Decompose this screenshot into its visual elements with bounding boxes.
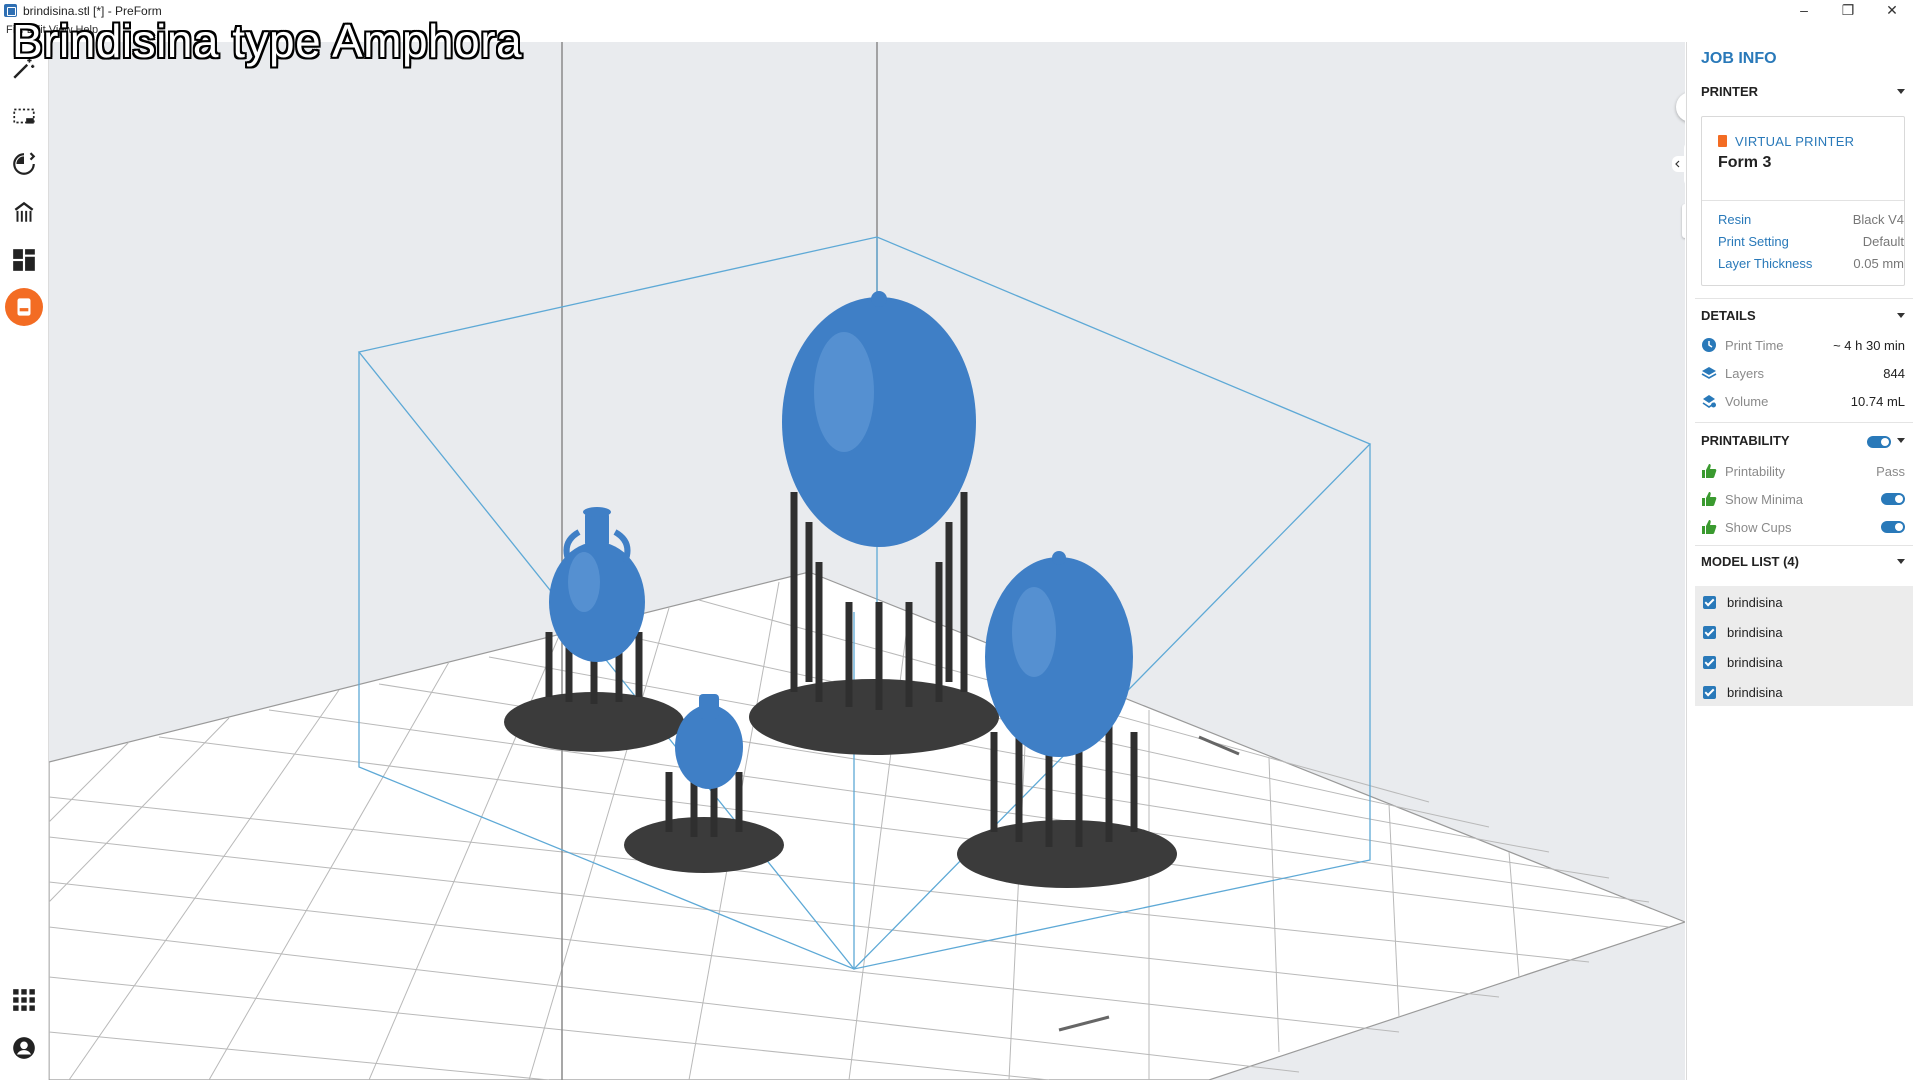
layers-icon <box>1701 367 1717 379</box>
model-list: brindisina brindisina brindisina brindis… <box>1695 586 1913 706</box>
volume-row: Volume 10.74 mL <box>1701 392 1905 412</box>
printer-name: Form 3 <box>1718 154 1772 171</box>
printer-icon <box>1718 135 1727 147</box>
chevron-down-icon <box>1897 89 1905 94</box>
printer-header-label: PRINTER <box>1701 84 1759 99</box>
divider <box>1702 200 1904 201</box>
3d-viewport[interactable]: + − <box>49 42 1685 1080</box>
resin-value: Black V4 <box>1852 212 1904 227</box>
maximize-button[interactable]: ❐ <box>1826 0 1870 22</box>
show-minima-row: Show Minima <box>1701 490 1905 510</box>
apps-grid-icon[interactable] <box>8 984 40 1016</box>
print-time-label: Print Time <box>1725 338 1784 353</box>
divider <box>1695 422 1913 423</box>
view-cube-icon <box>1672 144 1685 184</box>
job-info-icon[interactable] <box>5 288 43 326</box>
chevron-down-icon <box>1897 313 1905 318</box>
print-setting-row: Print Setting Default <box>1718 234 1904 249</box>
model-checkbox[interactable] <box>1703 686 1716 699</box>
divider <box>1695 298 1913 299</box>
printability-row: Printability Pass <box>1701 462 1905 482</box>
layers-value: 844 <box>1883 366 1905 381</box>
zoom-in-button[interactable]: + <box>1682 204 1685 220</box>
printability-section-header[interactable]: PRINTABILITY <box>1701 433 1905 448</box>
panel-title: JOB INFO <box>1701 50 1777 67</box>
model-list-header-label: MODEL LIST (4) <box>1701 554 1799 569</box>
details-section-header[interactable]: DETAILS <box>1701 308 1905 323</box>
model-checkbox[interactable] <box>1703 596 1716 609</box>
virtual-printer-label: VIRTUAL PRINTER <box>1735 134 1855 149</box>
layers-row: Layers 844 <box>1701 364 1905 384</box>
divider <box>1695 545 1913 546</box>
zoom-control: + − <box>1682 204 1685 238</box>
chevron-down-icon <box>1897 559 1905 564</box>
video-caption: Brindisina type Amphora <box>12 15 523 67</box>
resin-label: Resin <box>1718 212 1752 227</box>
print-setting-label: Print Setting <box>1718 234 1789 249</box>
minimize-button[interactable]: – <box>1782 0 1826 22</box>
model-list-section-header[interactable]: MODEL LIST (4) <box>1701 554 1905 569</box>
print-time-value: ~ 4 h 30 min <box>1833 338 1905 353</box>
model-name: brindisina <box>1727 625 1783 640</box>
orientation-icon[interactable] <box>8 148 40 180</box>
supports-icon[interactable] <box>8 196 40 228</box>
layer-thickness-value: 0.05 mm <box>1853 256 1904 271</box>
printability-value: Pass <box>1876 464 1905 479</box>
chevron-down-icon <box>1897 438 1905 443</box>
details-header-label: DETAILS <box>1701 308 1756 323</box>
printability-toggle[interactable] <box>1867 436 1891 448</box>
show-minima-toggle[interactable] <box>1881 493 1905 505</box>
thumbs-up-icon <box>1702 464 1717 478</box>
clock-icon <box>1702 338 1716 352</box>
volume-label: Volume <box>1725 394 1769 409</box>
thumbs-up-icon <box>1702 492 1717 506</box>
print-time-row: Print Time ~ 4 h 30 min <box>1701 336 1905 356</box>
layer-thickness-row: Layer Thickness 0.05 mm <box>1718 256 1904 271</box>
job-info-panel: JOB INFO PRINTER VIRTUAL PRINTER Form 3 … <box>1686 42 1920 1080</box>
show-minima-label: Show Minima <box>1725 492 1804 507</box>
left-toolbar <box>0 42 49 1080</box>
printer-card[interactable]: VIRTUAL PRINTER Form 3 Resin Black V4 Pr… <box>1701 116 1905 286</box>
printability-header-label: PRINTABILITY <box>1701 433 1790 448</box>
printability-label: Printability <box>1725 464 1785 479</box>
thumbs-up-icon <box>1702 520 1717 534</box>
account-icon[interactable] <box>8 1032 40 1064</box>
volume-icon <box>1702 395 1716 408</box>
chevron-right-icon <box>1684 100 1685 114</box>
model-checkbox[interactable] <box>1703 656 1716 669</box>
select-box-icon[interactable] <box>8 100 40 132</box>
model-name: brindisina <box>1727 595 1783 610</box>
close-button[interactable]: ✕ <box>1870 0 1914 22</box>
layout-icon[interactable] <box>8 244 40 276</box>
orbit-control[interactable] <box>1672 142 1685 186</box>
printer-section-header[interactable]: PRINTER <box>1701 84 1905 99</box>
zoom-out-button[interactable]: − <box>1682 220 1685 236</box>
resin-row: Resin Black V4 <box>1718 212 1904 227</box>
scene-render <box>49 42 1685 1080</box>
model-checkbox[interactable] <box>1703 626 1716 639</box>
print-setting-value: Default <box>1862 234 1904 249</box>
show-cups-label: Show Cups <box>1725 520 1792 535</box>
model-name: brindisina <box>1727 685 1783 700</box>
model-name: brindisina <box>1727 655 1783 670</box>
show-cups-toggle[interactable] <box>1881 521 1905 533</box>
volume-value: 10.74 mL <box>1850 394 1905 409</box>
show-cups-row: Show Cups <box>1701 518 1905 538</box>
layers-label: Layers <box>1725 366 1765 381</box>
layer-thickness-label: Layer Thickness <box>1718 256 1813 271</box>
